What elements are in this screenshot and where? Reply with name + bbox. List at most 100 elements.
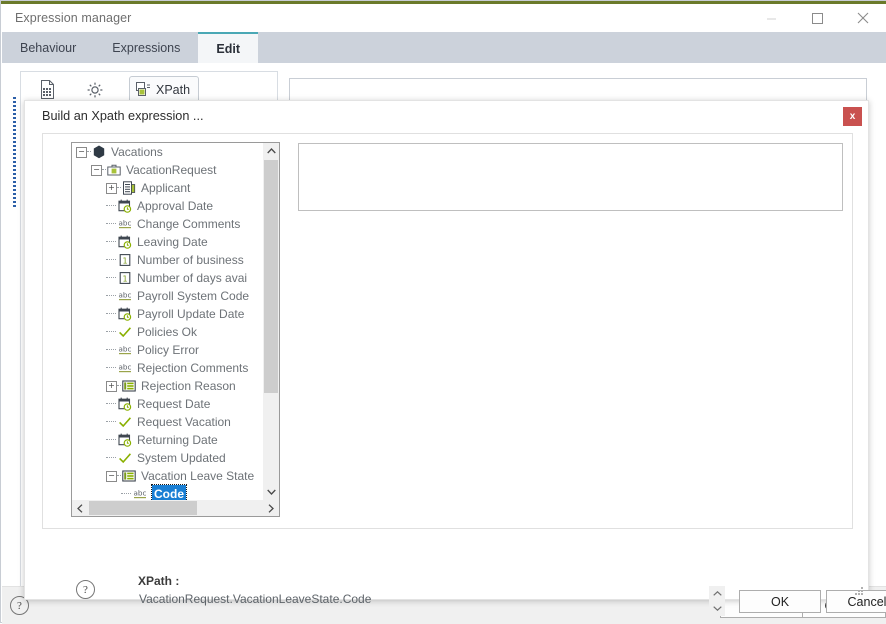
hexagon-icon xyxy=(93,145,105,159)
tree-item-leaving-date[interactable]: Leaving Date xyxy=(72,233,264,251)
tree-item-request-date[interactable]: Request Date xyxy=(72,395,264,413)
xpath-button-label: XPath xyxy=(156,82,191,97)
tab-behaviour[interactable]: Behaviour xyxy=(2,32,94,63)
tree-connector xyxy=(106,421,116,423)
window-title: Expression manager xyxy=(15,11,132,25)
tree-item-change-comments[interactable]: abc Change Comments xyxy=(72,215,264,233)
tree-item-label: Payroll System Code xyxy=(137,289,250,303)
tree-item-rejection-comments[interactable]: abc Rejection Comments xyxy=(72,359,264,377)
window-controls xyxy=(748,4,886,32)
xpath-spinner[interactable] xyxy=(709,586,725,616)
tree-item-number-of-days-avai[interactable]: 1 Number of days avai xyxy=(72,269,264,287)
document-icon xyxy=(40,80,54,99)
tree-item-vacation-leave-state[interactable]: − Vacation Leave State xyxy=(72,467,264,485)
tree-item-label: Number of business xyxy=(137,253,244,267)
main-tabs: Behaviour Expressions Edit xyxy=(2,32,886,63)
expression-preview-box[interactable] xyxy=(298,143,843,211)
close-icon xyxy=(857,12,869,24)
tree-connector xyxy=(106,403,116,405)
dialog-cancel-label: Cancel xyxy=(847,594,886,609)
tree-item-label: Approval Date xyxy=(137,199,214,213)
tree-item-rejection-reason[interactable]: + Rejection Reason xyxy=(72,377,264,395)
tree-item-number-of-business[interactable]: 1 Number of business xyxy=(72,251,264,269)
expand-icon[interactable]: + xyxy=(106,182,117,194)
tree-connector xyxy=(106,457,116,459)
collapse-icon[interactable]: − xyxy=(106,470,117,482)
tree-item-policies-ok[interactable]: Policies Ok xyxy=(72,323,264,341)
svg-text:abc: abc xyxy=(119,363,132,372)
tree-horizontal-scrollbar[interactable] xyxy=(72,500,279,516)
resize-grip[interactable] xyxy=(854,586,864,596)
close-button[interactable] xyxy=(840,4,886,32)
list-icon xyxy=(122,380,136,392)
window-titlebar: Expression manager xyxy=(2,4,886,32)
dialog-ok-button[interactable]: OK xyxy=(739,590,821,613)
settings-button[interactable] xyxy=(81,77,109,103)
abc-icon: abc xyxy=(119,345,132,355)
scroll-right-arrow-icon[interactable] xyxy=(263,500,279,516)
tree-item-policy-error[interactable]: abc Policy Error xyxy=(72,341,264,359)
tree-item-payroll-update-date[interactable]: Payroll Update Date xyxy=(72,305,264,323)
tree-item-label: Code xyxy=(151,484,187,500)
tree-item-label: Applicant xyxy=(141,181,191,195)
number-icon: 1 xyxy=(119,272,131,284)
tree-item-label: Vacations xyxy=(111,145,163,159)
spinner-down-icon[interactable] xyxy=(709,601,725,616)
tab-edit[interactable]: Edit xyxy=(198,32,258,63)
svg-text:abc: abc xyxy=(119,345,132,354)
dialog-help-button[interactable]: ? xyxy=(76,580,95,599)
maximize-button[interactable] xyxy=(794,4,840,32)
tree-item-label: Returning Date xyxy=(137,433,218,447)
tree-item-returning-date[interactable]: Returning Date xyxy=(72,431,264,449)
dialog-focus-edge xyxy=(13,97,16,207)
tree-item-system-updated[interactable]: System Updated xyxy=(72,449,264,467)
svg-text:1: 1 xyxy=(122,256,127,265)
tree-item-label: Request Vacation xyxy=(137,415,231,429)
check-icon xyxy=(119,453,132,464)
svg-text:abc: abc xyxy=(119,291,132,300)
xpath-icon xyxy=(136,82,150,96)
tree-item-code[interactable]: abc Code xyxy=(72,484,264,500)
tree-hscroll-thumb[interactable] xyxy=(89,501,197,515)
spinner-up-icon[interactable] xyxy=(709,586,725,601)
document-button[interactable] xyxy=(33,77,61,103)
tree-item-request-vacation[interactable]: Request Vacation xyxy=(72,413,264,431)
dialog-body: − Vacations − VacationRequest + Applicant Appr… xyxy=(42,133,886,616)
form-icon xyxy=(123,181,136,195)
scroll-left-arrow-icon[interactable] xyxy=(72,500,88,516)
tree-item-vacations[interactable]: − Vacations xyxy=(72,143,264,161)
tree-item-label: VacationRequest xyxy=(126,163,217,177)
check-icon xyxy=(119,417,132,428)
tree-item-applicant[interactable]: + Applicant xyxy=(72,179,264,197)
tree-item-approval-date[interactable]: Approval Date xyxy=(72,197,264,215)
scroll-up-arrow-icon[interactable] xyxy=(263,143,279,159)
tree-item-label: System Updated xyxy=(137,451,226,465)
collapse-icon[interactable]: − xyxy=(76,146,87,158)
expand-icon[interactable]: + xyxy=(106,380,117,392)
maximize-icon xyxy=(811,12,823,24)
tree-item-label: Request Date xyxy=(137,397,211,411)
dialog-ok-label: OK xyxy=(770,594,790,609)
collapse-icon[interactable]: − xyxy=(91,164,102,176)
tree-item-payroll-system-code[interactable]: abc Payroll System Code xyxy=(72,287,264,305)
tab-expressions[interactable]: Expressions xyxy=(94,32,198,63)
tree-connector xyxy=(121,493,131,495)
schema-tree[interactable]: − Vacations − VacationRequest + Applicant Appr… xyxy=(72,143,264,500)
tree-vertical-scrollbar[interactable] xyxy=(263,143,279,500)
dialog-help-label: ? xyxy=(83,583,88,596)
tree-item-vacationrequest[interactable]: − VacationRequest xyxy=(72,161,264,179)
scroll-down-arrow-icon[interactable] xyxy=(263,484,279,500)
tree-vscroll-thumb[interactable] xyxy=(264,160,278,393)
minimize-button[interactable] xyxy=(748,4,794,32)
tree-connector xyxy=(106,349,116,351)
tree-connector xyxy=(106,313,116,315)
abc-icon: abc xyxy=(119,363,132,373)
tree-item-label: Leaving Date xyxy=(137,235,208,249)
tree-connector xyxy=(106,223,116,225)
gear-icon xyxy=(87,82,103,97)
dialog-close-button[interactable]: x xyxy=(843,107,862,126)
tree-connector xyxy=(106,331,116,333)
xpath-caption: XPath : xyxy=(138,574,180,588)
number-icon: 1 xyxy=(119,254,131,266)
tree-item-label: Rejection Reason xyxy=(141,379,236,393)
